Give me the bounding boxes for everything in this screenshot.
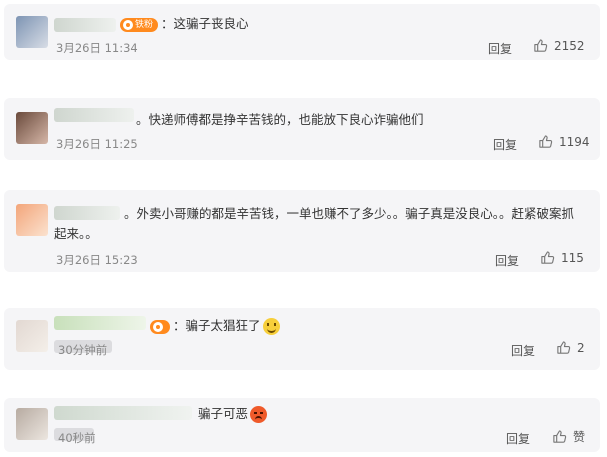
comment-card: 。快递师傅都是挣辛苦钱的，也能放下良心诈骗他们 3月26日 11:25 回复 1… [4,98,600,160]
thumbs-up-icon [539,135,553,148]
username[interactable] [54,406,192,420]
comment-card: 骗子可恶 40秒前 回复 赞 [4,398,600,452]
comment-card: 。外卖小哥赚的都是辛苦钱，一单也赚不了多少。。骗子真是没良心。。赶紧破案抓起来。… [4,190,600,272]
avatar[interactable] [16,112,48,144]
comment-text: 。快递师傅都是挣辛苦钱的，也能放下良心诈骗他们 [136,112,424,127]
comment-text: 。外卖小哥赚的都是辛苦钱，一单也赚不了多少。。骗子真是没良心。。赶紧破案抓起来。… [54,206,575,241]
reply-button[interactable]: 回复 [495,252,519,269]
like-count: 1194 [559,134,590,149]
fan-badge [150,319,170,334]
thumbs-up-icon [541,251,555,264]
comment-text: ：骗子太猖狂了 [150,316,280,336]
comment-body: 骗子可恶 [198,406,249,421]
fan-badge-icon [153,321,163,332]
like-count: 2 [577,340,585,355]
comment-text: 铁粉 ：这骗子丧良心 [120,14,249,34]
comment-body: ：骗子太猖狂了 [173,318,261,333]
comment-time: 40秒前 [58,431,96,445]
username[interactable] [54,316,146,330]
comment-text: 骗子可恶 [198,404,268,424]
comment-time: 3月26日 15:23 [56,253,138,267]
fan-badge-icon [123,19,133,30]
thumbs-up-icon [534,39,548,52]
avatar[interactable] [16,16,48,48]
thumbs-up-icon [557,341,571,354]
comment-time: 30分钟前 [58,343,108,357]
smile-emoji-icon [262,318,280,335]
avatar[interactable] [16,408,48,440]
avatar[interactable] [16,320,48,352]
like-button[interactable]: 赞 [552,428,585,445]
fan-badge-label: 铁粉 [135,19,154,30]
comment-body: ：这骗子丧良心 [161,16,249,31]
like-button[interactable]: 2152 [533,38,585,53]
reply-button[interactable]: 回复 [511,342,535,359]
like-button[interactable]: 2 [556,340,585,355]
comment-card: ：骗子太猖狂了 30分钟前 回复 2 [4,308,600,370]
reply-button[interactable]: 回复 [506,430,530,447]
angry-emoji-icon [250,406,268,423]
fan-badge: 铁粉 [120,17,159,32]
username[interactable] [54,18,116,32]
like-button[interactable]: 115 [540,250,584,265]
reply-button[interactable]: 回复 [488,40,512,57]
like-count: 115 [561,250,584,265]
comment-time: 3月26日 11:25 [56,137,138,151]
username[interactable] [54,108,134,122]
reply-button[interactable]: 回复 [493,136,517,153]
thumbs-up-icon [553,430,567,443]
comment-card: 铁粉 ：这骗子丧良心 3月26日 11:34 回复 2152 [4,4,600,60]
comment-time: 3月26日 11:34 [56,41,138,55]
avatar[interactable] [16,204,48,236]
like-count: 2152 [554,38,585,53]
like-button[interactable]: 1194 [538,134,590,149]
like-count: 赞 [573,430,586,444]
